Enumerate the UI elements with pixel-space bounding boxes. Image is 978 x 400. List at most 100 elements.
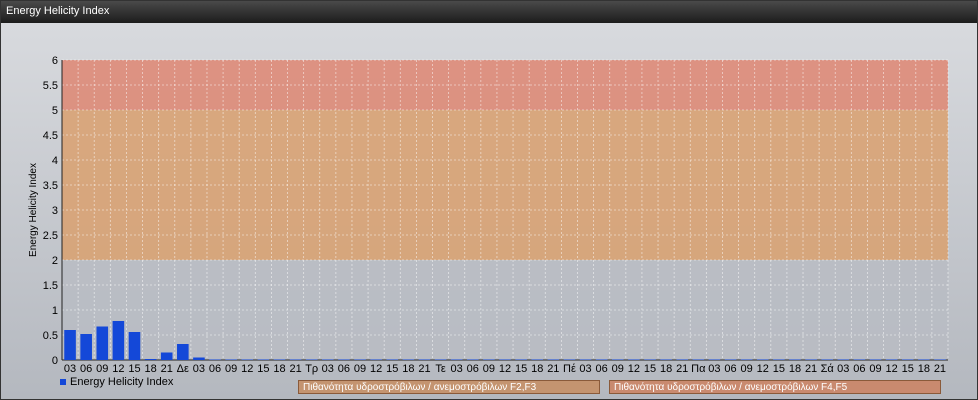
x-tick-label: 12	[628, 363, 640, 375]
bar	[354, 359, 366, 360]
x-tick-label: 21	[934, 363, 946, 375]
bar	[418, 359, 431, 360]
bar	[434, 359, 447, 360]
bar	[483, 359, 495, 360]
x-tick-label: 09	[869, 363, 881, 375]
y-tick-label: 1.5	[43, 280, 58, 292]
bar	[305, 359, 318, 360]
bar	[209, 359, 221, 360]
x-tick-label: 09	[225, 363, 237, 375]
y-tick-label: 5.5	[43, 80, 58, 92]
bar	[676, 359, 688, 360]
bar	[241, 359, 254, 360]
x-tick-label: 18	[531, 363, 543, 375]
x-tick-label: 21	[805, 363, 817, 375]
x-tick-label: 03	[579, 363, 591, 375]
bar	[660, 359, 672, 360]
y-tick-label: 2	[52, 255, 58, 267]
x-tick-label: 15	[128, 363, 140, 375]
x-tick-label: 06	[80, 363, 92, 375]
x-tick-label: 18	[660, 363, 672, 375]
x-tick-label: 21	[418, 363, 430, 375]
band-label-f4-f5: Πιθανότητα υδροστρόβιλων / ανεμοστρόβιλω…	[609, 380, 941, 394]
bar	[144, 359, 157, 360]
x-tick-label: Πα	[691, 363, 706, 375]
y-tick-label: 5	[52, 105, 58, 117]
bar	[756, 359, 769, 360]
y-tick-label: 3	[52, 205, 58, 217]
x-tick-label: 15	[644, 363, 656, 375]
bar	[595, 359, 608, 360]
x-tick-label: 03	[837, 363, 849, 375]
bar	[837, 359, 850, 360]
bar	[273, 359, 286, 360]
x-tick-label: 21	[547, 363, 559, 375]
bar	[611, 359, 624, 360]
x-tick-label: 15	[257, 363, 269, 375]
x-tick-label: 09	[741, 363, 753, 375]
x-tick-label: 15	[902, 363, 914, 375]
bar	[579, 359, 592, 360]
bar	[386, 359, 399, 360]
x-tick-label: Σά	[821, 363, 835, 375]
x-tick-label: 03	[322, 363, 334, 375]
x-tick-label: 06	[596, 363, 608, 375]
bar	[499, 359, 511, 360]
x-tick-label: 18	[273, 363, 285, 375]
y-axis-title: Energy Helicity Index	[28, 163, 39, 257]
x-tick-label: 03	[451, 363, 463, 375]
bar	[563, 359, 576, 360]
bar	[773, 359, 785, 360]
bar	[96, 326, 109, 360]
bar	[692, 359, 705, 360]
bar	[805, 359, 817, 360]
x-tick-label: 09	[483, 363, 495, 375]
y-tick-label: 2.5	[43, 230, 58, 242]
x-tick-label: 15	[515, 363, 527, 375]
bar	[450, 359, 463, 360]
bar	[724, 359, 737, 360]
bar	[547, 359, 560, 360]
x-tick-label: 18	[402, 363, 414, 375]
bar	[515, 359, 527, 360]
y-tick-label: 4	[52, 155, 58, 167]
bar	[885, 359, 898, 360]
x-tick-label: 06	[853, 363, 865, 375]
x-tick-label: 21	[161, 363, 173, 375]
bar	[257, 359, 270, 360]
y-tick-label: 6	[52, 55, 58, 67]
bar	[64, 330, 76, 360]
x-tick-label: 06	[467, 363, 479, 375]
y-tick-label: 0.5	[43, 330, 58, 342]
bar	[128, 332, 141, 360]
x-tick-label: Πέ	[563, 363, 576, 375]
bar	[322, 359, 334, 360]
legend-label: Energy Helicity Index	[70, 376, 174, 388]
bar	[628, 359, 640, 360]
bar	[289, 359, 302, 360]
legend-swatch	[60, 379, 66, 385]
x-tick-label: 12	[885, 363, 897, 375]
x-tick-label: 18	[144, 363, 156, 375]
bar	[644, 359, 656, 360]
x-tick-label: Τρ	[305, 363, 318, 375]
bar	[901, 359, 914, 360]
bar	[193, 357, 205, 360]
x-tick-label: 09	[354, 363, 366, 375]
x-tick-label: 06	[338, 363, 350, 375]
energy-helicity-chart: 0 0.5 1 1.5 2 2.5 3 3.5 4 4.5 5 5.5 6 Energy Helicity…	[28, 55, 949, 375]
x-tick-label: 09	[96, 363, 108, 375]
x-tick-label: 12	[112, 363, 124, 375]
bar	[853, 359, 866, 360]
x-tick-label: 12	[241, 363, 253, 375]
x-tick-label: 12	[499, 363, 511, 375]
bar	[918, 359, 930, 360]
x-tick-label: 03	[193, 363, 205, 375]
bar	[708, 359, 721, 360]
x-tick-label: 06	[724, 363, 736, 375]
band-label-f2-f3: Πιθανότητα υδροστρόβιλων / ανεμοστρόβιλω…	[298, 380, 600, 394]
x-tick-label: Τε	[435, 363, 446, 375]
bar	[934, 359, 946, 360]
x-tick-label: 18	[789, 363, 801, 375]
bar	[402, 359, 415, 360]
